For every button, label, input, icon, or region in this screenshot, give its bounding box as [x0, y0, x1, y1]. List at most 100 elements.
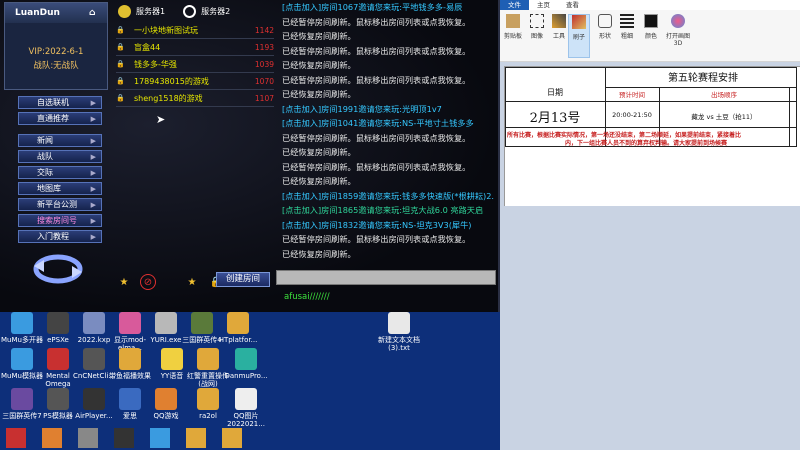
chat-line[interactable]: 已经暂停房间刷新。鼠标移出房间列表或点我恢复。	[282, 44, 496, 59]
app-icon	[83, 388, 105, 410]
arrow-right-icon: ▶	[90, 152, 96, 161]
vip-expiry: VIP:2022-6-1	[28, 47, 84, 57]
tab-file[interactable]: 文件	[500, 0, 529, 10]
colors-group[interactable]: 颜色	[640, 14, 662, 40]
chat-line[interactable]: 已经暂停房间刷新。鼠标移出房间列表或点我恢复。	[282, 232, 496, 247]
chat-line[interactable]: [点击加入]房间1832邀请您来玩:NS-坦克3V3(犀牛)	[282, 218, 496, 233]
desktop-icon-effect-folder[interactable]: 带鱼福播效果	[108, 348, 152, 380]
room-row[interactable]: 🔒 sheng1518的游戏 1107	[116, 90, 274, 107]
app-icon	[11, 312, 33, 334]
chat-line[interactable]: 已经暂停房间刷新。鼠标移出房间列表或点我恢复。	[282, 131, 496, 146]
chat-line[interactable]: 已经暂停房间刷新。鼠标移出房间列表或点我恢复。	[282, 73, 496, 88]
room-row[interactable]: 🔒 钱多多-华强 1039	[116, 56, 274, 73]
paint3d-button[interactable]: 打开画图 3D	[664, 14, 692, 47]
menu-social[interactable]: 交际 ▶	[18, 166, 102, 179]
menu-clan[interactable]: 战队 ▶	[18, 150, 102, 163]
create-room-button[interactable]: 创建房间	[216, 272, 270, 287]
room-row[interactable]: 🔒 1789438015的游戏 1070	[116, 73, 274, 90]
clan-status: 战队:无战队	[33, 61, 79, 71]
tab-home[interactable]: 主页	[529, 0, 558, 10]
desktop-icon-qq-image[interactable]: QQ图片2022021...	[224, 388, 268, 428]
chat-log: [点击加入]房间1067邀请您来玩:平地钱多多-易辰 已经暂停房间刷新。鼠标移出…	[282, 0, 496, 268]
chat-line: 已经恢复房间刷新。	[282, 147, 356, 157]
room-list: 🔒 一小块地新图试玩 1142 🔒 盲盒44 1193 🔒 钱多多-华强 1039 🔒 178…	[116, 22, 274, 107]
image-group[interactable]: 图像	[526, 14, 548, 40]
chat-line: 已经恢复房间刷新。	[282, 60, 356, 70]
folder-icon	[222, 428, 242, 448]
desktop-icon-htplatform[interactable]: HTplatfor...	[216, 312, 260, 344]
chat-line[interactable]: [点击加入]房间1859邀请您来玩:钱多多快速版(*根耕耘)2.	[282, 189, 496, 204]
home-icon[interactable]: ⌂	[89, 7, 103, 19]
app-logo: LuanDun	[15, 8, 60, 18]
size-group[interactable]: 粗细	[616, 14, 638, 40]
logo-bar: LuanDun ⌂	[5, 3, 107, 23]
menu-new-platform[interactable]: 新平台公测 ▶	[18, 198, 102, 211]
time-value: 20:00-21:50	[612, 111, 652, 119]
chat-line[interactable]: [点击加入]房间1991邀请您来玩:光明顶1v7	[282, 102, 496, 117]
menu-custom-match[interactable]: 自选联机 ▶	[18, 96, 102, 109]
chat-line: 已经恢复房间刷新。	[282, 248, 356, 259]
arrow-right-icon: ▶	[90, 184, 96, 193]
coin-icon	[118, 4, 131, 18]
folder-icon	[227, 312, 249, 334]
ribbon: 剪贴板 图像 工具 刷子 形状 粗细 颜色 打开画图 3D	[500, 10, 800, 62]
lock-icon: 🔒	[116, 77, 125, 85]
col-time: 预计时间	[619, 91, 645, 99]
lock-icon: 🔒	[116, 43, 125, 51]
app-icon	[114, 428, 134, 448]
chat-line[interactable]: [点击加入]房间1041邀请您来玩:NS-平地寸土钱多多	[282, 116, 496, 131]
arrow-right-icon: ▶	[90, 168, 96, 177]
shapes-icon	[598, 14, 612, 28]
paint3d-icon	[671, 14, 685, 28]
arrow-right-icon: ▶	[90, 200, 96, 209]
chat-line[interactable]: [点击加入]房间1067邀请您来玩:平地钱多多-易辰	[282, 0, 496, 15]
app-icon	[47, 348, 69, 370]
tab-server-2[interactable]: 服务器2	[183, 2, 230, 20]
star-badge-icon[interactable]: ★	[116, 274, 132, 290]
desktop-icon-qq-game[interactable]: QQ游戏	[144, 388, 188, 420]
menu-tutorial[interactable]: 入门教程 ▶	[18, 230, 102, 243]
server-tabs: 服务器1 服务器2	[118, 2, 278, 20]
chat-line[interactable]: 已经暂停房间刷新。鼠标移出房间列表或点我恢复。	[282, 15, 496, 30]
desktop-icon-text-document[interactable]: 新建文本文档(3).txt	[374, 312, 424, 352]
room-row[interactable]: 🔒 盲盒44 1193	[116, 39, 274, 56]
lock-icon: 🔒	[116, 94, 125, 102]
menu-direct-recommend[interactable]: 直通推荐 ▶	[18, 112, 102, 125]
room-row[interactable]: 🔒 一小块地新图试玩 1142	[116, 22, 274, 39]
chat-input[interactable]	[276, 270, 496, 285]
tab-view[interactable]: 查看	[558, 0, 587, 10]
brushes-group[interactable]: 刷子	[568, 14, 590, 58]
menu-map-library[interactable]: 地图库 ▶	[18, 182, 102, 195]
shapes-group[interactable]: 形状	[594, 14, 616, 40]
menu-news[interactable]: 新闻 ▶	[18, 134, 102, 147]
canvas-area[interactable]: 第五轮赛程安排 日期 预计时间 出场顺序 2月13号 20:00-21:50 藏…	[500, 62, 800, 450]
no-entry-icon[interactable]: ⊘	[140, 274, 156, 290]
lock-icon: 🔒	[116, 60, 125, 68]
chat-line: 已经恢复房间刷新。	[282, 89, 356, 99]
arrow-right-icon: ▶	[90, 136, 96, 145]
chat-line[interactable]: 已经暂停房间刷新。鼠标移出房间列表或点我恢复。	[282, 160, 496, 175]
app-icon	[11, 348, 33, 370]
app-icon	[155, 312, 177, 334]
image-file-icon	[235, 388, 257, 410]
desktop-icon-row-partial	[6, 428, 266, 450]
text-file-icon	[388, 312, 410, 334]
app-icon	[11, 388, 33, 410]
star-badge-icon[interactable]: ★	[184, 274, 200, 290]
chat-line: 已经恢复房间刷新。	[282, 176, 356, 186]
match-value: 藏龙 vs 土豆（抢11）	[691, 113, 757, 121]
chat-line[interactable]: [点击加入]房间1865邀请您来玩:坦克大战6.0 亮路天启	[282, 203, 496, 218]
arrow-right-icon: ▶	[90, 98, 96, 107]
refresh-icon[interactable]	[32, 252, 84, 286]
app-icon	[83, 348, 105, 370]
tab-server-1[interactable]: 服务器1	[118, 2, 165, 20]
tools-group[interactable]: 工具	[548, 14, 570, 40]
folder-icon	[119, 348, 141, 370]
bottom-toolbar: ★ ⊘ ★ 🔒	[116, 274, 224, 290]
clipboard-icon	[506, 14, 520, 28]
app-icon	[42, 428, 62, 448]
folder-icon	[186, 428, 206, 448]
clipboard-group[interactable]: 剪贴板	[502, 14, 524, 40]
desktop-icon-danmupro[interactable]: DanmuPro...	[224, 348, 268, 380]
menu-search-room[interactable]: 搜索房间号 ▶	[18, 214, 102, 227]
